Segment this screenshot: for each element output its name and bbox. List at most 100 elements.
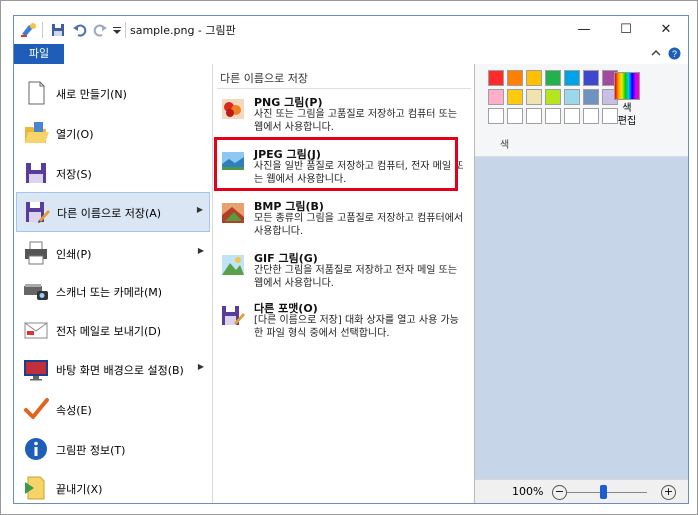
color-swatch[interactable] xyxy=(507,108,523,124)
email-icon xyxy=(24,322,48,339)
menu-item-about[interactable]: 그림판 정보(T) xyxy=(16,430,210,468)
customize-toolbar-icon[interactable] xyxy=(112,22,122,38)
menu-item-label: 속성(E) xyxy=(56,404,92,417)
menu-item-properties[interactable]: 속성(E) xyxy=(16,390,210,428)
submenu-title: 다른 이름으로 저장 xyxy=(220,72,308,85)
ribbon-tab-row: 파일 ? xyxy=(14,44,688,64)
svg-text:?: ? xyxy=(672,49,677,59)
color-swatch[interactable] xyxy=(507,70,523,86)
file-menu: 새로 만들기(N) 열기(O) 저장(S) 다른 이름으로 저장(A) ▶ 인쇄… xyxy=(14,64,475,503)
paint-window: sample.png - 그림판 — ☐ ✕ 파일 ? 색 편집 색 100% … xyxy=(13,15,689,504)
title-bar: sample.png - 그림판 — ☐ ✕ xyxy=(14,16,688,44)
color-swatch[interactable] xyxy=(488,70,504,86)
menu-item-label: 그림판 정보(T) xyxy=(56,444,126,457)
submenu-arrow-icon: ▶ xyxy=(197,246,204,255)
color-swatch[interactable] xyxy=(526,70,542,86)
window-title: sample.png - 그림판 xyxy=(130,24,236,37)
ribbon-colors-panel: 색 편집 색 xyxy=(474,64,688,157)
menu-item-label: 바탕 화면 배경으로 설정(B) xyxy=(56,364,184,377)
menu-item-label: 끝내기(X) xyxy=(56,483,103,496)
maximize-button[interactable]: ☐ xyxy=(612,20,640,40)
undo-icon[interactable] xyxy=(72,22,88,38)
zoom-in-button[interactable]: + xyxy=(661,485,676,500)
save-as-other-format[interactable]: 다른 포맷(O) [다른 이름으로 저장] 대화 상자를 열고 사용 가능한 파… xyxy=(220,300,470,350)
qa-divider xyxy=(42,22,43,38)
color-swatch[interactable] xyxy=(507,89,523,105)
option-description: 간단한 그림을 저품질로 저장하고 전자 메일 또는 웹에서 사용합니다. xyxy=(254,265,458,289)
screenshot-frame: sample.png - 그림판 — ☐ ✕ 파일 ? 색 편집 색 100% … xyxy=(0,0,698,515)
zoom-slider-thumb[interactable] xyxy=(600,485,607,499)
color-swatch[interactable] xyxy=(583,108,599,124)
color-swatch[interactable] xyxy=(488,108,504,124)
menu-item-label: 스캐너 또는 카메라(M) xyxy=(56,286,163,299)
color-swatch[interactable] xyxy=(526,89,542,105)
menu-item-scanner[interactable]: 스캐너 또는 카메라(M) xyxy=(16,272,210,310)
menu-item-label: 열기(O) xyxy=(56,128,94,141)
menu-item-exit[interactable]: 끝내기(X) xyxy=(16,469,210,503)
menu-item-label: 저장(S) xyxy=(56,168,92,181)
bmp-image-icon xyxy=(222,203,244,223)
save-as-bmp[interactable]: BMP 그림(B) 모든 종류의 그림을 고품질로 저장하고 컴퓨터에서 사용합… xyxy=(220,198,470,248)
save-disk-icon xyxy=(26,163,46,183)
submenu-arrow-icon: ▶ xyxy=(197,362,204,371)
zoom-level: 100% xyxy=(512,485,544,498)
option-description: 사진 또는 그림을 고품질로 저장하고 컴퓨터 또는 웹에서 사용합니다. xyxy=(254,109,458,133)
scanner-icon xyxy=(24,284,48,300)
open-folder-icon xyxy=(25,122,49,143)
gif-image-icon xyxy=(222,255,244,275)
paint-app-icon xyxy=(21,23,36,37)
minimize-button[interactable]: — xyxy=(570,20,598,40)
file-tab[interactable]: 파일 xyxy=(14,44,64,64)
submenu-divider xyxy=(217,88,471,89)
color-swatch[interactable] xyxy=(564,89,580,105)
file-menu-commands: 새로 만들기(N) 열기(O) 저장(S) 다른 이름으로 저장(A) ▶ 인쇄… xyxy=(14,64,213,503)
color-swatch[interactable] xyxy=(583,89,599,105)
checkmark-icon xyxy=(24,398,49,419)
option-description: [다른 이름으로 저장] 대화 상자를 열고 사용 가능한 파일 형식 중에서 … xyxy=(254,315,459,339)
canvas-workspace[interactable] xyxy=(474,157,688,479)
color-swatch[interactable] xyxy=(545,70,561,86)
menu-item-save[interactable]: 저장(S) xyxy=(16,154,210,192)
edit-colors-text: 색 편집 xyxy=(617,103,637,127)
save-icon[interactable] xyxy=(50,22,66,38)
edit-colors-icon[interactable] xyxy=(614,72,640,100)
menu-item-set-background[interactable]: 바탕 화면 배경으로 설정(B) ▶ xyxy=(16,350,210,388)
zoom-slider-track[interactable] xyxy=(567,492,647,493)
status-bar: 100% − + xyxy=(474,479,688,503)
png-image-icon xyxy=(222,99,244,119)
color-swatch[interactable] xyxy=(545,108,561,124)
desktop-background-icon xyxy=(24,360,48,381)
menu-item-email[interactable]: 전자 메일로 보내기(D) xyxy=(16,311,210,349)
help-icon[interactable]: ? xyxy=(668,47,681,60)
save-as-icon xyxy=(26,202,50,223)
menu-item-open[interactable]: 열기(O) xyxy=(16,114,210,152)
new-document-icon xyxy=(28,81,45,105)
menu-item-label: 인쇄(P) xyxy=(56,248,92,261)
qa-divider xyxy=(125,22,126,38)
menu-item-print[interactable]: 인쇄(P) ▶ xyxy=(16,234,210,272)
exit-icon xyxy=(25,476,45,500)
color-swatch[interactable] xyxy=(564,108,580,124)
color-swatch[interactable] xyxy=(488,89,504,105)
color-swatch[interactable] xyxy=(583,70,599,86)
info-icon xyxy=(25,438,47,460)
save-as-gif[interactable]: GIF 그림(G) 간단한 그림을 저품질로 저장하고 전자 메일 또는 웹에서… xyxy=(220,250,470,300)
zoom-out-button[interactable]: − xyxy=(552,485,567,500)
menu-item-label: 새로 만들기(N) xyxy=(56,88,127,101)
printer-icon xyxy=(25,241,47,265)
colors-group-label: 색 xyxy=(500,140,510,151)
menu-item-label: 전자 메일로 보내기(D) xyxy=(56,325,162,338)
menu-item-save-as[interactable]: 다른 이름으로 저장(A) ▶ xyxy=(16,192,210,232)
color-swatch[interactable] xyxy=(545,89,561,105)
menu-item-new[interactable]: 새로 만들기(N) xyxy=(16,74,210,112)
close-button[interactable]: ✕ xyxy=(652,20,680,40)
other-format-icon xyxy=(222,306,245,325)
redo-icon[interactable] xyxy=(92,22,108,38)
edit-colors-label[interactable]: 색 편집 xyxy=(612,102,642,128)
menu-item-label: 다른 이름으로 저장(A) xyxy=(57,207,162,220)
color-swatch[interactable] xyxy=(564,70,580,86)
jpeg-highlight-annotation xyxy=(214,137,458,191)
chevron-up-icon[interactable] xyxy=(650,47,662,59)
color-swatch[interactable] xyxy=(526,108,542,124)
option-description: 모든 종류의 그림을 고품질로 저장하고 컴퓨터에서 사용합니다. xyxy=(254,213,464,237)
